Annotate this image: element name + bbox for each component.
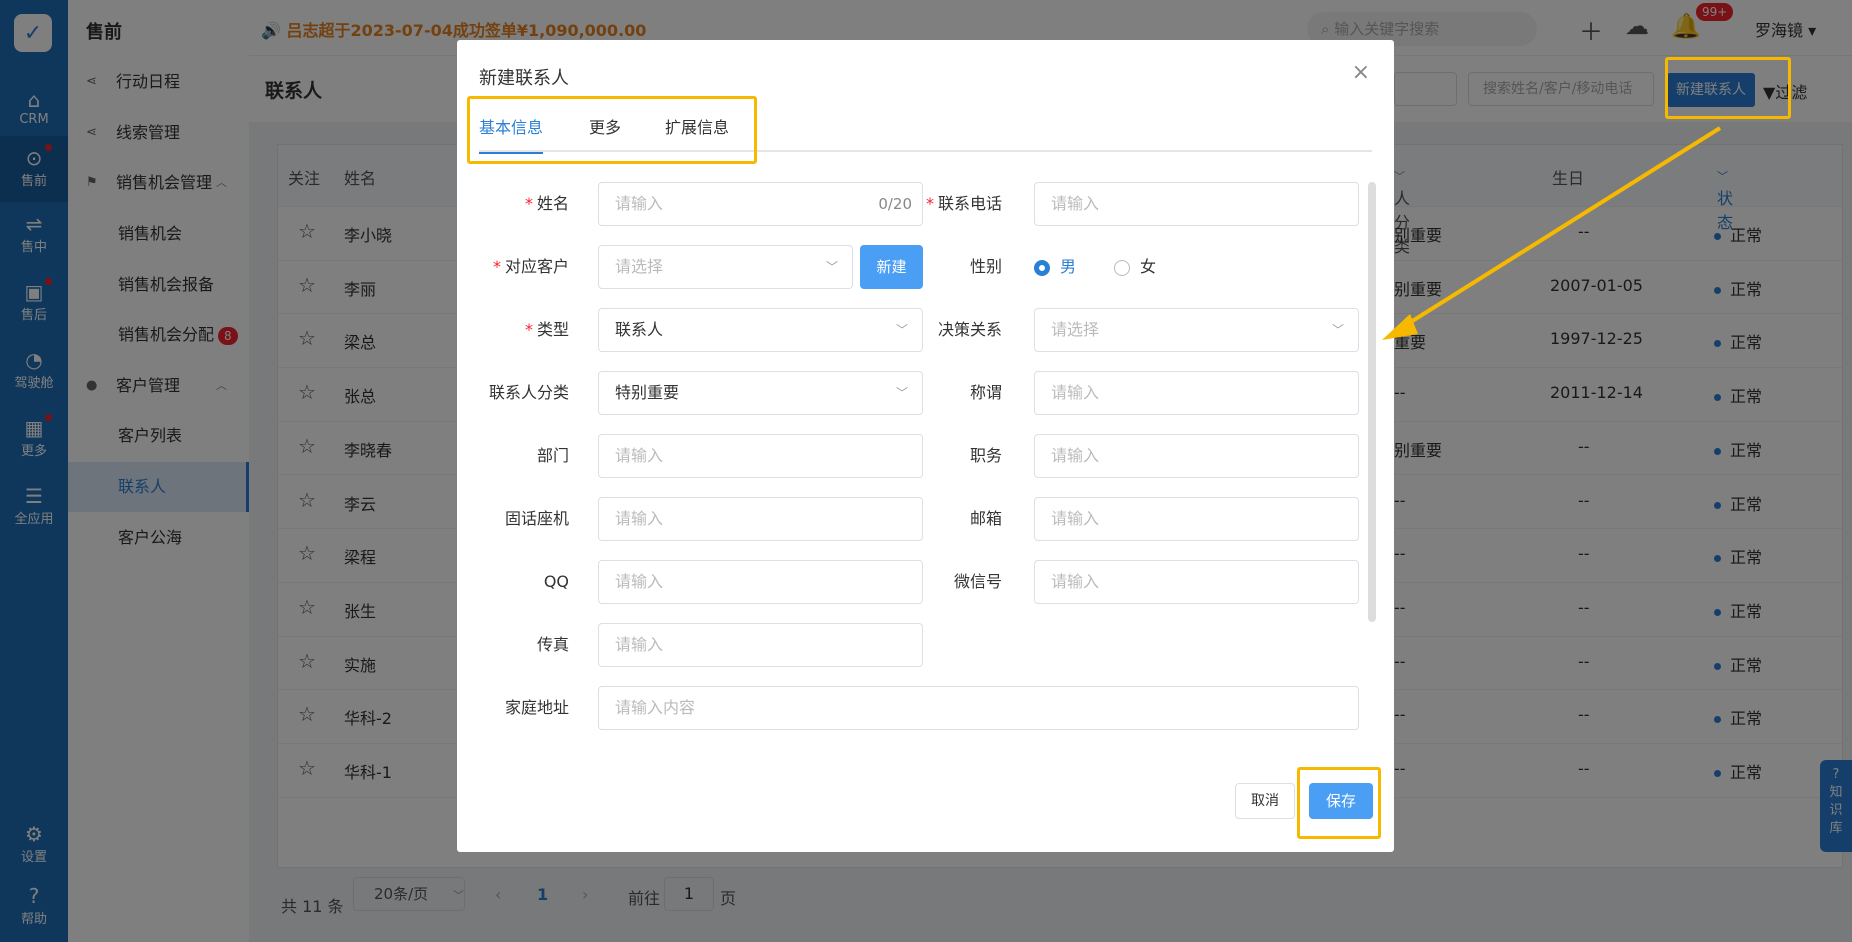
arrow-line xyxy=(1396,126,1722,332)
arrow-head xyxy=(1382,314,1418,340)
annotation-arrow xyxy=(1382,126,1722,340)
